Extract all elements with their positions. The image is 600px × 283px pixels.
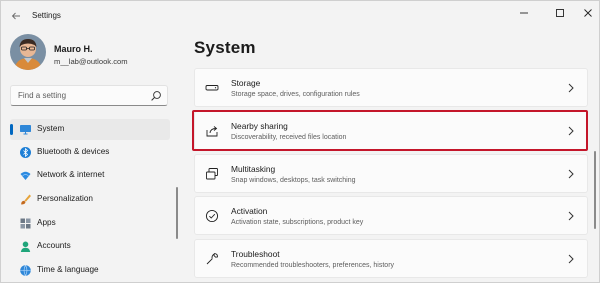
card-storage[interactable]: Storage Storage space, drives, configura… [194,68,588,107]
settings-window: Settings Mauro H. m__lab@outlook.com Fin… [0,0,600,283]
page-title: System [194,38,256,57]
sidebar-item-time-language[interactable]: Time & language [10,260,170,281]
card-subtitle: Activation state, subscriptions, product… [231,219,364,226]
card-subtitle: Recommended troubleshooters, preferences… [231,262,395,269]
selection-indicator [10,124,13,135]
card-activation[interactable]: Activation Activation state, subscriptio… [194,196,588,235]
card-title: Storage [231,78,261,88]
minimize-button[interactable] [509,1,539,29]
card-subtitle: Snap windows, desktops, task switching [231,177,356,184]
sidebar-item-label: Personalization [37,194,93,203]
sidebar-item-network[interactable]: Network & internet [10,165,170,186]
sidebar-item-personalization[interactable]: Personalization [10,189,170,210]
back-arrow-icon [11,12,20,20]
app-title: Settings [32,11,61,20]
user-email: m__lab@outlook.com [54,57,128,66]
sidebar-item-label: Network & internet [37,170,105,179]
sidebar-item-label: Accounts [37,241,71,250]
highlight-box [192,110,588,151]
card-troubleshoot[interactable]: Troubleshoot Recommended troubleshooters… [194,239,588,278]
brush-icon [21,194,31,205]
globe-icon [20,265,31,276]
maximize-button[interactable] [545,1,575,29]
user-avatar-icon [10,34,46,70]
sidebar-item-accounts[interactable]: Accounts [10,236,170,257]
card-title: Multitasking [231,164,276,174]
close-button[interactable] [573,1,599,29]
sidebar-item-system[interactable]: System [10,119,170,140]
minimize-icon [520,12,528,14]
user-name: Mauro H. [54,44,93,54]
content-scrollbar[interactable] [594,151,596,229]
close-icon [584,9,592,18]
account-icon [20,241,31,252]
multitasking-icon [206,168,218,180]
title-bar: Settings [1,1,599,32]
card-multitasking[interactable]: Multitasking Snap windows, desktops, tas… [194,154,588,193]
storage-icon [205,85,219,91]
bluetooth-icon [20,147,31,158]
card-title: Troubleshoot [231,249,280,259]
monitor-icon [20,125,31,135]
search-box[interactable]: Find a setting [10,85,168,106]
chevron-right-icon [568,83,574,93]
wifi-icon [20,171,31,180]
avatar[interactable] [10,34,46,70]
activation-check-icon [205,209,219,223]
chevron-right-icon [568,254,574,264]
back-button[interactable] [5,7,27,25]
card-subtitle: Storage space, drives, configuration rul… [231,91,360,98]
sidebar-item-label: System [37,124,65,133]
apps-icon [20,218,31,229]
sidebar-item-label: Time & language [37,265,99,274]
search-icon[interactable] [150,90,162,102]
sidebar-item-bluetooth[interactable]: Bluetooth & devices [10,142,170,163]
maximize-icon [556,9,564,18]
chevron-right-icon [568,169,574,179]
sidebar-item-apps[interactable]: Apps [10,213,170,234]
search-input[interactable]: Find a setting [18,91,66,100]
wrench-icon [206,253,218,265]
sidebar-scrollbar[interactable] [176,187,178,239]
chevron-right-icon [568,211,574,221]
card-title: Activation [231,206,268,216]
sidebar-item-label: Bluetooth & devices [37,147,110,156]
sidebar-item-label: Apps [37,218,56,227]
